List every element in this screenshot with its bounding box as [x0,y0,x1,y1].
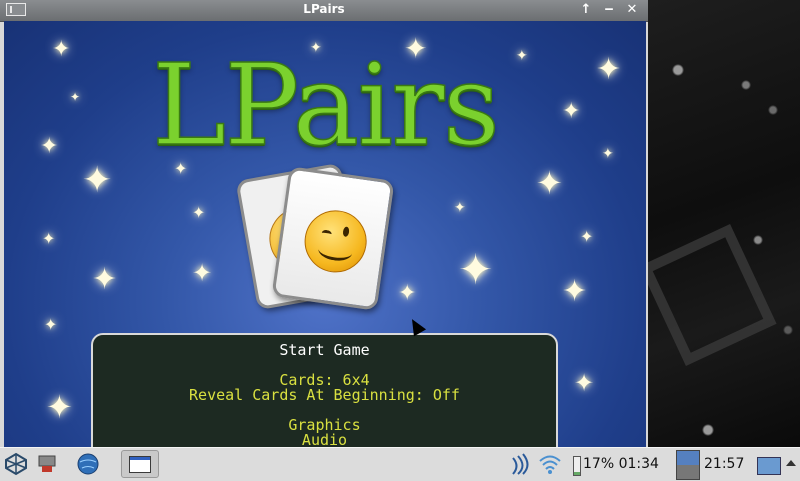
taskbar-lpairs-button[interactable] [121,450,159,478]
menu-audio[interactable]: Audio [93,431,556,447]
wifi-icon[interactable] [538,452,562,476]
start-menu-icon[interactable] [4,452,28,476]
desktop-wallpaper [648,0,800,447]
lpairs-logo: LPairs [151,40,501,172]
star-icon: ✦ [46,388,73,426]
star-icon: ✦ [192,259,213,287]
star-icon: ✦ [398,281,417,306]
star-icon: ✦ [536,164,563,202]
workspace-switcher-icon[interactable] [676,450,700,480]
wallpaper-shape [648,224,777,366]
minimize-button[interactable]: ‒ [599,2,619,18]
network-signal-icon[interactable] [510,452,532,476]
star-icon: ✦ [92,262,118,297]
tray-arrow-up-icon[interactable] [786,458,796,468]
lpairs-window: LPairs ↑ ‒ ✕ ✦ ✦ ✦ ✦ ✦ ✦ ✦ ✦ ✦ ✦ ✦ ✦ ✦ ✦… [0,0,648,447]
star-icon: ✦ [562,274,588,309]
game-area[interactable]: ✦ ✦ ✦ ✦ ✦ ✦ ✦ ✦ ✦ ✦ ✦ ✦ ✦ ✦ ✦ ✦ ✦ ✦ ✦ ✦ … [4,21,646,447]
star-icon: ✦ [454,200,466,216]
star-icon: ✦ [44,315,58,334]
star-icon: ✦ [458,245,494,294]
show-desktop-icon[interactable] [757,457,781,475]
battery-icon[interactable] [573,456,581,476]
menu-start-game[interactable]: Start Game [93,341,556,359]
star-icon: ✦ [580,227,594,246]
system-tools-icon[interactable] [36,452,60,476]
star-icon: ✦ [192,203,206,222]
clock[interactable]: 21:57 [704,456,744,472]
battery-status: 17% 01:34 [583,456,659,472]
main-menu: Start Game Cards: 6x4 Reveal Cards At Be… [91,333,558,447]
star-icon: ✦ [574,369,595,397]
menu-reveal-cards-setting[interactable]: Reveal Cards At Beginning: Off [93,386,556,404]
taskbar: 17% 01:34 21:57 [0,447,800,481]
close-button[interactable]: ✕ [622,2,642,18]
star-icon: ✦ [42,229,56,248]
window-title: LPairs [303,2,345,16]
web-browser-icon[interactable] [76,452,100,476]
card-front-image [271,166,395,311]
title-bar[interactable]: LPairs ↑ ‒ ✕ [0,0,648,22]
maximize-button[interactable]: ↑ [576,2,596,18]
winking-smiley-icon [300,206,371,277]
